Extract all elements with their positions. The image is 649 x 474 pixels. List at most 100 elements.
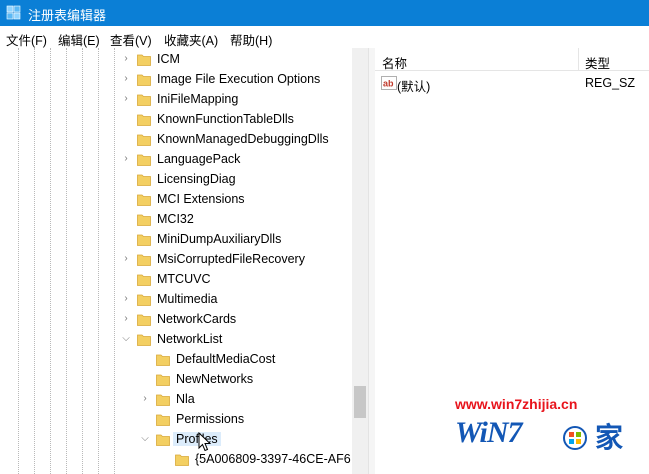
tree-item-label: Permissions — [176, 412, 245, 426]
tree-item-label: MsiCorruptedFileRecovery — [157, 252, 305, 266]
tree-item[interactable]: MCI Extensions — [0, 190, 352, 210]
tree-item-label: LicensingDiag — [157, 172, 236, 186]
tree-item[interactable]: DefaultMediaCost — [0, 350, 352, 370]
folder-icon — [137, 334, 151, 346]
value-type: REG_SZ — [585, 76, 636, 90]
folder-icon — [137, 94, 151, 106]
watermark-home: 家 — [595, 422, 624, 453]
window-title: 注册表编辑器 — [28, 8, 107, 23]
tree-item-label: NewNetworks — [176, 372, 254, 386]
folder-icon — [156, 394, 170, 406]
string-value-icon: ab — [381, 76, 397, 90]
folder-icon — [137, 54, 151, 66]
tree-item-label: {5A006809-3397-46CE-AF6 — [195, 452, 351, 466]
watermark-brand: WiN7 — [455, 416, 523, 449]
tree-item[interactable]: Permissions — [0, 410, 352, 430]
tree-item[interactable]: › IniFileMapping — [0, 90, 352, 110]
tree-item[interactable]: › Nla — [0, 390, 352, 410]
folder-icon — [137, 294, 151, 306]
folder-icon — [137, 214, 151, 226]
folder-icon — [137, 314, 151, 326]
tree-item-label: Image File Execution Options — [157, 72, 321, 86]
chevron-right-icon[interactable]: › — [120, 52, 132, 66]
tree-item-label: Profiles — [173, 432, 221, 446]
column-name-header[interactable]: 名称 — [382, 53, 407, 72]
folder-icon — [137, 134, 151, 146]
folder-icon — [137, 274, 151, 286]
menu-view[interactable]: 查看(V) — [110, 30, 152, 49]
tree-item-label: KnownFunctionTableDlls — [157, 112, 294, 126]
tree-item-label: LanguagePack — [157, 152, 241, 166]
column-type-header[interactable]: 类型 — [585, 53, 610, 72]
folder-icon — [137, 114, 151, 126]
folder-icon — [137, 74, 151, 86]
folder-icon — [137, 154, 151, 166]
tree-item[interactable]: MTCUVC — [0, 270, 352, 290]
chevron-down-icon[interactable]: ⌵ — [139, 432, 151, 446]
tree-scrollbar-thumb[interactable] — [354, 386, 366, 418]
regedit-icon — [6, 5, 21, 20]
tree-item[interactable]: › ICM — [0, 50, 352, 70]
tree-item[interactable]: › MsiCorruptedFileRecovery — [0, 250, 352, 270]
tree-item-label: Multimedia — [157, 292, 218, 306]
menu-favorites[interactable]: 收藏夹(A) — [164, 30, 218, 49]
tree-item[interactable]: KnownFunctionTableDlls — [0, 110, 352, 130]
tree-item-label: NetworkList — [157, 332, 223, 346]
tree-item[interactable]: › Multimedia — [0, 290, 352, 310]
chevron-right-icon[interactable]: › — [120, 152, 132, 166]
chevron-down-icon[interactable]: ⌵ — [120, 332, 132, 346]
tree-item[interactable]: {5A006809-3397-46CE-AF6 — [0, 450, 352, 470]
title-bar[interactable]: 注册表编辑器 — [0, 0, 649, 26]
tree-item-label: KnownManagedDebuggingDlls — [157, 132, 329, 146]
tree-item[interactable]: › LanguagePack — [0, 150, 352, 170]
tree-item-label: MTCUVC — [157, 272, 211, 286]
folder-icon — [175, 454, 189, 466]
chevron-right-icon[interactable]: › — [120, 92, 132, 106]
menu-bar: 文件(F) 编辑(E) 查看(V) 收藏夹(A) 帮助(H) — [0, 26, 649, 48]
tree-item[interactable]: › Image File Execution Options — [0, 70, 352, 90]
values-column-header: 名称 类型 — [375, 48, 649, 71]
menu-file[interactable]: 文件(F) — [6, 30, 47, 49]
tree-item-label: DefaultMediaCost — [176, 352, 276, 366]
tree-item-label: MCI32 — [157, 212, 194, 226]
chevron-right-icon[interactable]: › — [120, 72, 132, 86]
value-row-default[interactable]: ab (默认) REG_SZ — [375, 73, 649, 94]
watermark-url: www.win7zhijia.cn — [455, 396, 578, 412]
chevron-right-icon[interactable]: › — [120, 252, 132, 266]
tree-scrollbar[interactable] — [352, 48, 368, 474]
tree-item[interactable]: ⌵ NetworkList — [0, 330, 352, 350]
tree-item[interactable]: MCI32 — [0, 210, 352, 230]
folder-icon — [137, 174, 151, 186]
registry-key-tree[interactable]: › ICM › Image File Execution Options › IniFil… — [0, 48, 352, 474]
folder-icon — [156, 434, 170, 446]
column-separator[interactable] — [578, 48, 579, 70]
tree-item-label: MiniDumpAuxiliaryDlls — [157, 232, 282, 246]
chevron-right-icon[interactable]: › — [139, 392, 151, 406]
tree-item[interactable]: LicensingDiag — [0, 170, 352, 190]
pane-splitter[interactable] — [368, 48, 375, 474]
tree-item[interactable]: MiniDumpAuxiliaryDlls — [0, 230, 352, 250]
mouse-cursor-icon — [198, 432, 212, 452]
tree-item[interactable]: KnownManagedDebuggingDlls — [0, 130, 352, 150]
tree-item[interactable]: NewNetworks — [0, 370, 352, 390]
chevron-right-icon[interactable]: › — [120, 312, 132, 326]
tree-item-label: ICM — [157, 52, 180, 66]
tree-item-label: NetworkCards — [157, 312, 237, 326]
folder-icon — [156, 414, 170, 426]
chevron-right-icon[interactable]: › — [120, 292, 132, 306]
folder-icon — [137, 234, 151, 246]
tree-item[interactable]: ⌵ Profiles — [0, 430, 352, 450]
folder-icon — [137, 194, 151, 206]
tree-item-label: MCI Extensions — [157, 192, 245, 206]
tree-item-label: Nla — [176, 392, 195, 406]
tree-item[interactable]: › NetworkCards — [0, 310, 352, 330]
menu-edit[interactable]: 编辑(E) — [58, 30, 100, 49]
tree-item-label: IniFileMapping — [157, 92, 239, 106]
svg-text:ab: ab — [383, 79, 394, 89]
site-watermark: www.win7zhijia.cn WiN7 家 — [455, 396, 645, 472]
value-name: (默认) — [397, 80, 431, 94]
folder-icon — [156, 354, 170, 366]
folder-icon — [137, 254, 151, 266]
menu-help[interactable]: 帮助(H) — [230, 30, 272, 49]
folder-icon — [156, 374, 170, 386]
